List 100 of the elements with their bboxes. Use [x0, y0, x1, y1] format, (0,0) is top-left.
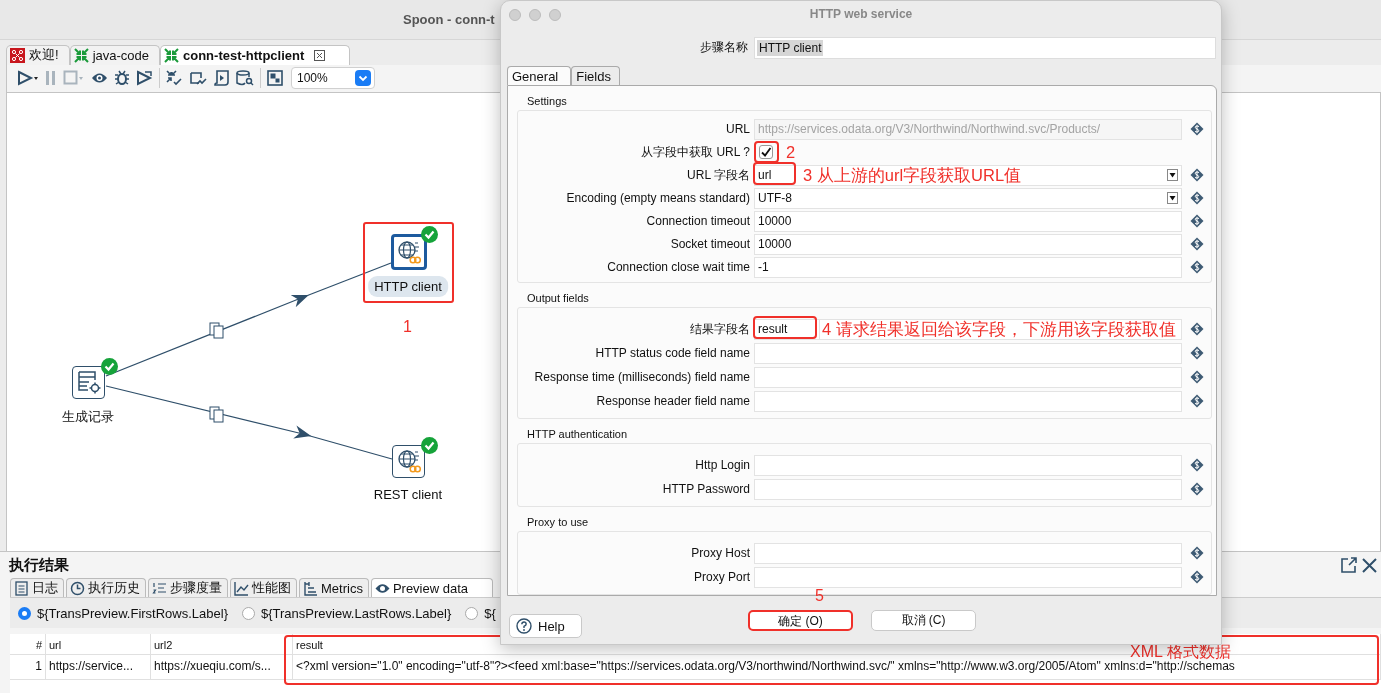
step-node[interactable] — [392, 444, 425, 478]
file-tab[interactable]: java-code — [69, 44, 160, 65]
help-button[interactable]: Help — [509, 614, 582, 639]
variable-icon[interactable] — [1190, 482, 1204, 497]
field-label: Connection timeout — [645, 214, 750, 229]
variable-icon[interactable] — [1190, 191, 1204, 206]
variable-icon[interactable] — [1190, 458, 1204, 473]
variable-icon[interactable] — [1190, 322, 1204, 337]
table-gear-icon — [76, 370, 101, 395]
app-icon — [10, 47, 25, 63]
group-title: HTTP authentication — [527, 427, 629, 440]
input-field[interactable] — [754, 566, 1182, 588]
result-tab[interactable]: 执行历史 — [66, 578, 146, 598]
dialog-tab[interactable]: Fields — [571, 65, 620, 85]
result-tab[interactable]: 日志 — [10, 578, 64, 598]
combo-field[interactable]: UTF-8 — [754, 187, 1182, 209]
field-label: Response header field name — [595, 394, 750, 409]
result-tab[interactable]: 步骤度量 — [148, 578, 228, 598]
variable-icon[interactable] — [1190, 214, 1204, 229]
variable-icon[interactable] — [1190, 168, 1204, 183]
cancel-button[interactable]: 取消 (C) — [871, 609, 976, 631]
step-name-field[interactable]: HTTP client — [754, 36, 1216, 59]
annotation-text: 2 — [786, 143, 796, 162]
radio-button[interactable] — [242, 606, 255, 620]
check-icon[interactable] — [166, 70, 183, 87]
input-field[interactable] — [754, 478, 1182, 500]
table-cell: https://xueqiu.com/s... — [151, 655, 293, 680]
popout-icon[interactable] — [1341, 557, 1357, 574]
variable-icon[interactable] — [1190, 260, 1204, 275]
step-node[interactable] — [391, 233, 427, 270]
close-icon[interactable] — [1362, 557, 1377, 573]
input-field[interactable] — [754, 454, 1182, 476]
annotation-text: 3 从上游的url字段获取URL值 — [803, 165, 1022, 184]
radio-label: ${ — [484, 605, 496, 621]
field-label: Connection close wait time — [606, 260, 750, 275]
variable-icon[interactable] — [1190, 570, 1204, 585]
field-label: 从字段中获取 URL ? — [640, 143, 750, 161]
globe-icon — [396, 238, 422, 265]
highlight-box — [753, 315, 817, 339]
input-field[interactable] — [754, 366, 1182, 388]
chart-icon — [234, 580, 249, 596]
column-header: url — [46, 634, 151, 655]
variable-icon[interactable] — [1190, 546, 1204, 561]
window-control-dot[interactable] — [509, 9, 521, 21]
dialog-tab[interactable]: General — [507, 65, 572, 85]
list-icon — [152, 580, 167, 596]
variable-icon[interactable] — [1190, 122, 1204, 137]
radio-option[interactable]: ${ — [465, 605, 496, 621]
input-field[interactable] — [754, 390, 1182, 412]
result-tab[interactable]: Metrics — [299, 578, 369, 598]
input-field[interactable]: 10000 — [754, 210, 1182, 232]
globe-icon — [395, 448, 422, 475]
group-title: Proxy to use — [527, 515, 590, 528]
field-label: Response time (milliseconds) field name — [533, 370, 750, 385]
field-label: HTTP Password — [661, 482, 750, 497]
file-tab[interactable]: 欢迎! — [6, 44, 70, 65]
annotation-text: 4 请求结果返回给该字段，下游用该字段获取值 — [820, 318, 1182, 340]
table-cell: 1 — [10, 655, 46, 680]
field-label: URL — [725, 122, 750, 137]
step-node[interactable] — [72, 365, 105, 399]
results-panel-icon[interactable] — [267, 70, 283, 87]
radio-button[interactable] — [18, 606, 31, 620]
result-tab[interactable]: 性能图 — [230, 578, 297, 598]
close-icon[interactable] — [314, 49, 326, 61]
variable-icon[interactable] — [1190, 346, 1204, 361]
input-field[interactable] — [754, 342, 1182, 364]
radio-button[interactable] — [465, 606, 479, 620]
window-control-dot[interactable] — [549, 9, 561, 21]
database-search-icon[interactable] — [236, 70, 254, 87]
replay-icon[interactable] — [136, 70, 153, 87]
database-chart-icon[interactable] — [189, 70, 207, 87]
zoom-dropdown[interactable]: 100% — [291, 67, 375, 90]
eye-icon[interactable] — [91, 71, 108, 86]
input-field[interactable]: 10000 — [754, 233, 1182, 255]
field-label: Socket timeout — [669, 237, 750, 252]
table-cell: https://service... — [46, 655, 151, 680]
input-field[interactable] — [754, 542, 1182, 564]
ok-button[interactable]: 确定 (O) — [748, 609, 853, 631]
field-label: URL 字段名 — [686, 166, 750, 184]
annotation-number: 5 — [815, 586, 824, 605]
script-icon[interactable] — [213, 70, 230, 87]
variable-icon[interactable] — [1190, 370, 1204, 385]
result-tab[interactable]: Preview data — [370, 578, 494, 598]
field-label: 步骤名称 — [699, 39, 748, 57]
file-tab[interactable]: conn-test-httpclient — [160, 44, 351, 65]
panel-title: 执行结果 — [9, 555, 69, 575]
input-field[interactable]: -1 — [754, 256, 1182, 278]
run-icon[interactable] — [17, 70, 39, 87]
variable-icon[interactable] — [1190, 394, 1204, 409]
field-label: Proxy Port — [693, 570, 750, 585]
variable-icon[interactable] — [1190, 237, 1204, 252]
help-icon — [516, 618, 532, 635]
field-label: Proxy Host — [690, 546, 750, 561]
annotation-number: 1 — [403, 317, 412, 336]
window-control-dot[interactable] — [529, 9, 541, 21]
checkbox[interactable] — [759, 145, 773, 160]
bug-icon[interactable] — [114, 70, 130, 87]
step-label: 生成记录 — [61, 407, 115, 426]
document-icon — [14, 580, 29, 596]
field-label: Encoding (empty means standard) — [565, 191, 750, 206]
